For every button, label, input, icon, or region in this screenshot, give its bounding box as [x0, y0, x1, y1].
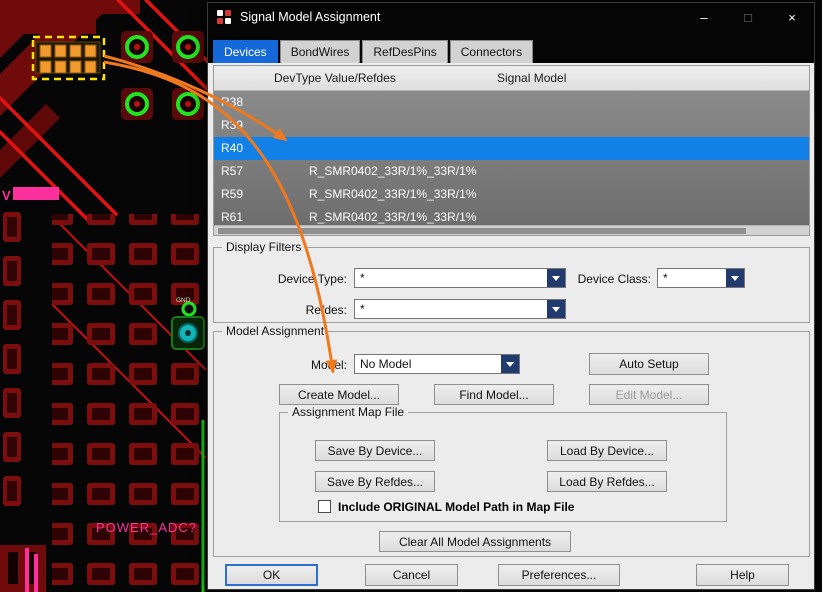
pcb-label-gnd: GND [176, 297, 191, 304]
assignment-map-file-group: Assignment Map File Save By Device... Lo… [279, 412, 727, 522]
model-assignment-legend: Model Assignment [222, 324, 328, 338]
refdes-dropdown[interactable]: * [354, 299, 566, 319]
display-filters-legend: Display Filters [222, 240, 305, 254]
column-devtype: DevType Value/Refdes [274, 71, 396, 85]
table-row[interactable]: R59 R_SMR0402_33R/1%_33R/1% [214, 183, 809, 206]
chevron-down-icon[interactable] [501, 355, 519, 373]
chevron-down-icon[interactable] [547, 269, 565, 287]
minimize-button[interactable]: – [682, 3, 726, 31]
edit-model-button[interactable]: Edit Model... [589, 384, 709, 405]
scrollbar-thumb[interactable] [218, 228, 746, 234]
table-row-selected[interactable]: R40 [214, 137, 809, 160]
device-class-dropdown[interactable]: * [657, 268, 745, 288]
table-row[interactable]: R38 [214, 91, 809, 114]
help-button[interactable]: Help [696, 564, 789, 586]
load-by-refdes-button[interactable]: Load By Refdes... [547, 471, 667, 492]
title-bar[interactable]: Signal Model Assignment – □ × [208, 3, 814, 31]
tab-strip: Devices BondWires RefDesPins Connectors [208, 31, 814, 63]
tab-connectors[interactable]: Connectors [450, 40, 533, 63]
dialog-title: Signal Model Assignment [240, 10, 380, 24]
find-model-button[interactable]: Find Model... [434, 384, 554, 405]
preferences-button[interactable]: Preferences... [498, 564, 620, 586]
pcb-label-v: V [2, 188, 11, 203]
device-list: R38 R39 R40 R57 R_SMR0402_33R/1%_33R/1% [214, 91, 809, 225]
ok-button[interactable]: OK [225, 564, 318, 586]
maximize-button[interactable]: □ [726, 3, 770, 31]
model-dropdown[interactable]: No Model [354, 354, 520, 374]
device-type-dropdown[interactable]: * [354, 268, 566, 288]
tab-refdespins[interactable]: RefDesPins [362, 40, 447, 63]
cancel-button[interactable]: Cancel [365, 564, 458, 586]
horizontal-scrollbar[interactable] [214, 225, 809, 235]
tab-devices[interactable]: Devices [213, 40, 278, 63]
column-signal-model: Signal Model [497, 71, 566, 85]
pcb-label-power-adc: POWER_ADC? [96, 520, 197, 535]
display-filters-group: Display Filters Device Type: * Device Cl… [213, 247, 810, 323]
tab-bondwires[interactable]: BondWires [280, 40, 361, 63]
include-original-path-checkbox[interactable] [318, 500, 331, 513]
auto-setup-button[interactable]: Auto Setup [589, 353, 709, 375]
close-button[interactable]: × [770, 3, 814, 31]
refdes-label: Refdes: [214, 303, 347, 317]
assignment-map-file-legend: Assignment Map File [288, 405, 408, 419]
device-table: DevType Value/Refdes Signal Model R38 R3… [213, 65, 810, 236]
load-by-device-button[interactable]: Load By Device... [547, 440, 667, 461]
screenshot-stage: V POWER_ADC? GND [0, 0, 822, 592]
save-by-refdes-button[interactable]: Save By Refdes... [315, 471, 435, 492]
save-by-device-button[interactable]: Save By Device... [315, 440, 435, 461]
table-row[interactable]: R57 R_SMR0402_33R/1%_33R/1% [214, 160, 809, 183]
clear-all-model-assignments-button[interactable]: Clear All Model Assignments [379, 531, 571, 552]
create-model-button[interactable]: Create Model... [279, 384, 399, 405]
device-type-label: Device Type: [214, 272, 347, 286]
chevron-down-icon[interactable] [726, 269, 744, 287]
app-icon [217, 10, 232, 25]
table-header: DevType Value/Refdes Signal Model [214, 66, 809, 91]
chevron-down-icon[interactable] [547, 300, 565, 318]
signal-model-assignment-dialog: Signal Model Assignment – □ × Devices Bo… [207, 2, 815, 590]
table-row[interactable]: R39 [214, 114, 809, 137]
checkbox-label: Include ORIGINAL Model Path in Map File [338, 500, 574, 514]
model-assignment-group: Model Assignment Model: No Model Auto Se… [213, 331, 810, 557]
device-class-label: Device Class: [566, 272, 651, 286]
table-row[interactable]: R61 R_SMR0402_33R/1%_33R/1% [214, 206, 809, 225]
model-label: Model: [214, 358, 347, 372]
